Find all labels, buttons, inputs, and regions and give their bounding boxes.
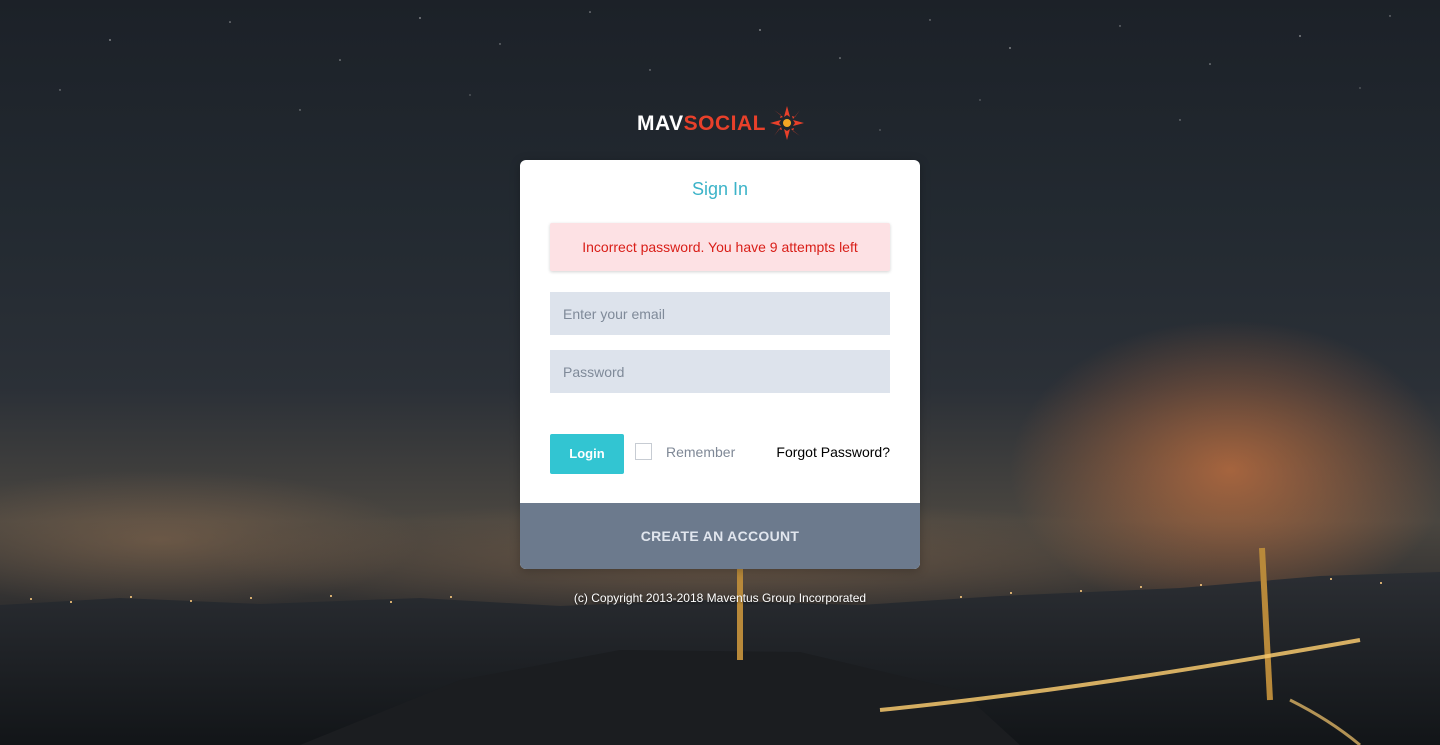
password-input[interactable] xyxy=(550,350,890,393)
copyright-text: (c) Copyright 2013-2018 Maventus Group I… xyxy=(573,591,867,605)
login-button[interactable]: Login xyxy=(550,434,624,474)
logo-text-social: SOCIAL xyxy=(683,112,766,135)
logo-wordmark: MAVSOCIAL xyxy=(637,112,766,136)
create-account-button[interactable]: CREATE AN ACCOUNT xyxy=(520,503,920,569)
signin-title: Sign In xyxy=(691,179,749,199)
error-alert: Incorrect password. You have 9 attempts … xyxy=(550,223,890,271)
remember-label: Remember xyxy=(666,444,736,460)
mavsocial-logo: MAVSOCIAL xyxy=(637,104,807,144)
forgot-password-link[interactable]: Forgot Password? xyxy=(776,443,890,461)
remember-checkbox[interactable] xyxy=(635,443,652,460)
email-input[interactable] xyxy=(550,292,890,335)
logo-text-mav: MAV xyxy=(637,112,684,135)
signin-card: Sign In Incorrect password. You have 9 a… xyxy=(520,160,920,569)
starburst-logo-icon xyxy=(768,104,806,142)
